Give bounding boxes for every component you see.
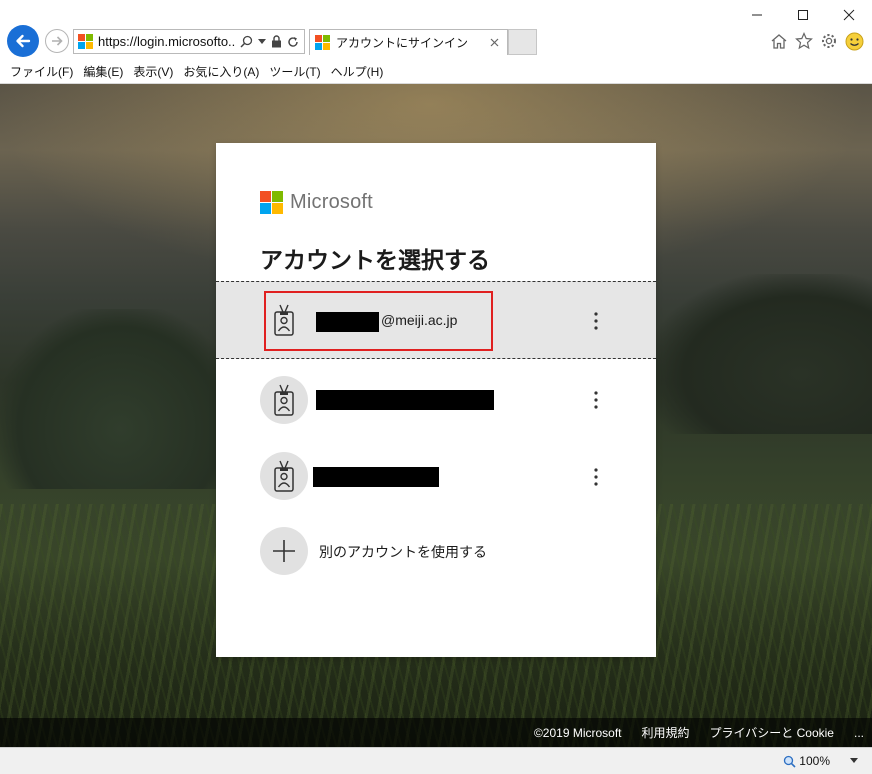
new-tab-button[interactable] <box>508 29 537 55</box>
smiley-feedback-icon[interactable] <box>844 31 864 51</box>
window-controls <box>734 0 872 30</box>
zoom-icon <box>784 755 796 768</box>
microsoft-logo: Microsoft <box>260 191 373 214</box>
footer-more-button[interactable]: ... <box>854 726 864 740</box>
footer-terms-link[interactable]: 利用規約 <box>642 724 690 741</box>
tab-signin[interactable]: アカウントにサインイン <box>309 29 508 55</box>
minimize-button[interactable] <box>734 0 780 30</box>
background-mountain-left <box>0 309 240 489</box>
favorites-star-icon[interactable] <box>794 31 814 51</box>
page-title: アカウントを選択する <box>260 247 490 273</box>
menu-help[interactable]: ヘルプ(H) <box>329 63 392 80</box>
use-another-account-button[interactable]: 別のアカウントを使用する <box>216 527 656 581</box>
selected-account-highlight <box>264 291 493 351</box>
account-options-button[interactable] <box>588 466 604 488</box>
footer-copyright: ©2019 Microsoft <box>533 725 622 740</box>
site-favicon-icon <box>78 34 93 49</box>
brand-name: Microsoft <box>290 191 373 213</box>
zoom-level: 100% <box>799 754 830 768</box>
back-button[interactable] <box>7 25 39 57</box>
status-bar: 100% <box>0 747 872 774</box>
account-picker-card: Microsoft アカウントを選択する @meiji.ac.jp 別のアカウン… <box>216 143 656 657</box>
arrow-left-icon <box>16 34 31 48</box>
zoom-control[interactable]: 100% <box>783 754 830 768</box>
refresh-icon[interactable] <box>287 36 299 48</box>
url-text[interactable]: https://login.microsofto... <box>98 34 236 49</box>
use-another-account-label: 別のアカウントを使用する <box>319 544 487 560</box>
more-vertical-icon <box>594 312 598 330</box>
more-vertical-icon <box>594 468 598 486</box>
maximize-button[interactable] <box>780 0 826 30</box>
menu-file[interactable]: ファイル(F) <box>8 63 81 80</box>
menu-edit[interactable]: 編集(E) <box>81 63 131 80</box>
browser-toolbar <box>769 31 864 51</box>
minimize-icon <box>752 14 762 16</box>
forward-button[interactable] <box>45 29 69 53</box>
account-tile-2[interactable] <box>216 361 656 439</box>
zoom-dropdown-icon[interactable] <box>850 758 858 764</box>
plus-icon <box>260 527 308 575</box>
home-icon[interactable] <box>769 31 789 51</box>
lock-icon[interactable] <box>271 35 282 48</box>
tab-favicon-icon <box>315 35 330 50</box>
microsoft-logo-icon <box>260 191 283 214</box>
tab-title: アカウントにサインイン <box>336 36 469 50</box>
maximize-icon <box>798 10 808 20</box>
account-options-button[interactable] <box>588 389 604 411</box>
more-vertical-icon <box>594 391 598 409</box>
avatar <box>260 452 308 500</box>
menu-tools[interactable]: ツール(T) <box>267 63 328 80</box>
dropdown-icon[interactable] <box>258 38 266 45</box>
redacted-username <box>316 390 494 410</box>
redacted-username <box>313 467 439 487</box>
account-options-button[interactable] <box>588 310 604 332</box>
search-icon[interactable] <box>240 35 253 48</box>
id-badge-icon <box>274 460 294 492</box>
avatar <box>260 376 308 424</box>
background-mountain-right <box>650 274 872 434</box>
menu-view[interactable]: 表示(V) <box>131 63 181 80</box>
gear-icon[interactable] <box>819 31 839 51</box>
browser-chrome: https://login.microsofto... アカウントにサインイン <box>0 0 872 84</box>
address-bar[interactable]: https://login.microsofto... <box>73 29 305 54</box>
page-footer: ©2019 Microsoft 利用規約 プライバシーと Cookie ... <box>0 718 872 747</box>
close-icon <box>843 9 855 21</box>
arrow-right-icon <box>52 36 63 46</box>
menu-bar: ファイル(F) 編集(E) 表示(V) お気に入り(A) ツール(T) ヘルプ(… <box>0 60 872 82</box>
account-tile-3[interactable] <box>216 439 656 517</box>
close-window-button[interactable] <box>826 0 872 30</box>
footer-privacy-link[interactable]: プライバシーと Cookie <box>710 724 834 741</box>
menu-favorites[interactable]: お気に入り(A) <box>181 63 267 80</box>
id-badge-icon <box>274 384 294 416</box>
tab-close-icon[interactable] <box>485 34 503 52</box>
